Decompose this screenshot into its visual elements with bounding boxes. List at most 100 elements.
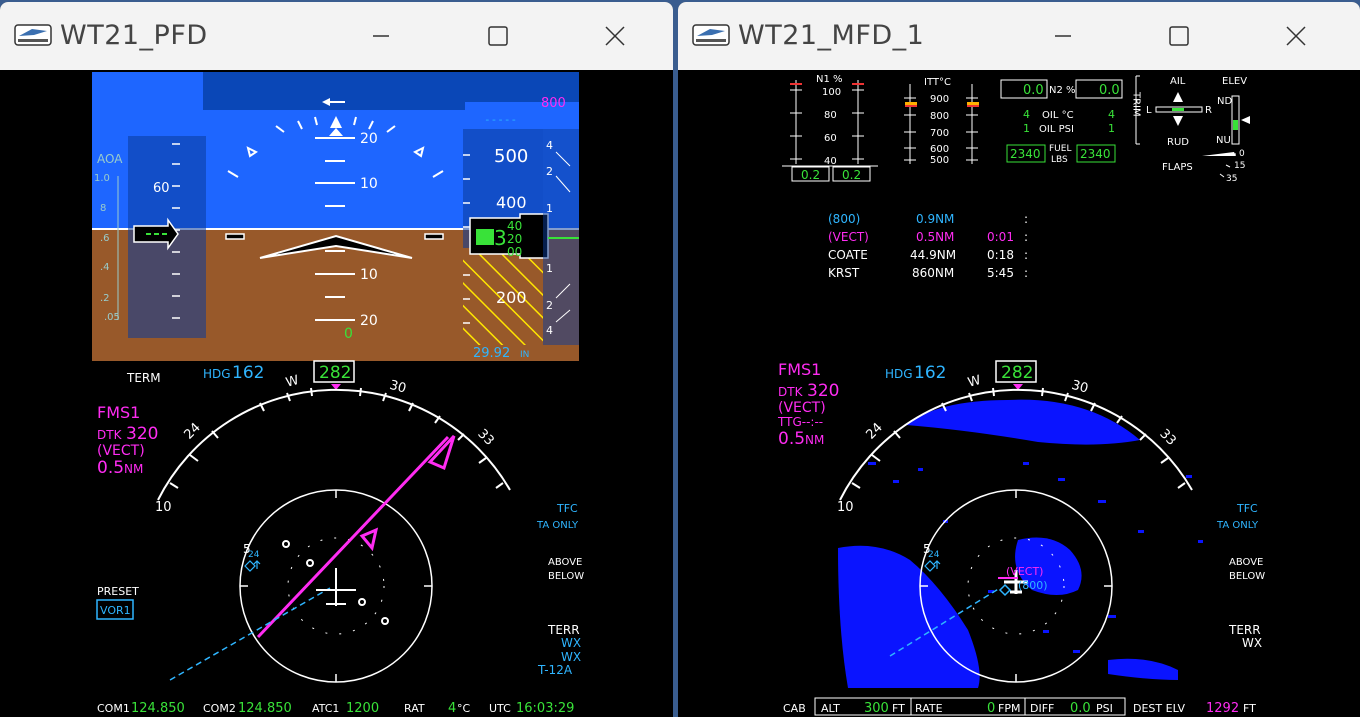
minimize-button[interactable] bbox=[1040, 14, 1086, 58]
heading-readout: 282 bbox=[1001, 363, 1033, 383]
pitch-label: 10 bbox=[360, 176, 378, 192]
flaps-tick: 15 bbox=[1234, 161, 1245, 171]
fp-distance: 0.9NM bbox=[916, 212, 954, 226]
rat-value: 4 bbox=[448, 701, 456, 716]
map-waypoint-800: (800) bbox=[1018, 579, 1048, 592]
altitude-roll: 40 bbox=[507, 219, 522, 233]
tfc-mode: TA ONLY bbox=[1216, 520, 1259, 531]
cab-alt-value: 300 bbox=[864, 701, 889, 716]
n1-tick: 80 bbox=[824, 110, 837, 121]
pitch-label: 10 bbox=[360, 267, 378, 283]
alt-tick: 500 bbox=[494, 146, 528, 167]
wx-label: WX bbox=[561, 650, 581, 664]
mfd-titlebar[interactable]: WT21_MFD_1 bbox=[678, 2, 1360, 70]
compass-label: 24 bbox=[182, 420, 204, 442]
aoa-label: AOA bbox=[97, 152, 123, 166]
hdg-value: 162 bbox=[914, 363, 946, 383]
fp-time: 0:18 bbox=[987, 248, 1014, 262]
vs-tick: 1 bbox=[546, 202, 553, 215]
trim-label: TRIM bbox=[1131, 91, 1142, 117]
nav-source: FMS1 bbox=[97, 403, 140, 422]
compass-label: 24 bbox=[864, 420, 886, 442]
fd-zero: 0 bbox=[344, 326, 353, 342]
mfd-screen: N1 % 100 80 60 40 0.2 0.2 ITT°C 900 800 … bbox=[678, 70, 1360, 717]
fp-waypoint-name[interactable]: (VECT) bbox=[828, 230, 869, 244]
alt-tick: 400 bbox=[496, 193, 527, 212]
n2-label: N2 % bbox=[1049, 85, 1076, 96]
fp-distance: 44.9NM bbox=[910, 248, 956, 262]
cab-diff-unit: PSI bbox=[1096, 702, 1113, 715]
fp-sep: : bbox=[1024, 212, 1028, 226]
altitude-readout-value: 3 bbox=[494, 226, 507, 250]
fp-sep: : bbox=[1024, 266, 1028, 280]
compass-label: W bbox=[966, 373, 982, 391]
compass-label: 30 bbox=[1070, 378, 1090, 397]
close-button[interactable] bbox=[592, 14, 638, 58]
n1-left: 0.2 bbox=[801, 168, 820, 182]
tfc-label: TFC bbox=[1236, 502, 1258, 515]
map-waypoint-vect: (VECT) bbox=[1006, 565, 1043, 578]
cab-rate-label: RATE bbox=[915, 702, 943, 715]
traffic-icon bbox=[244, 560, 261, 572]
pfd-titlebar[interactable]: WT21_PFD bbox=[0, 2, 673, 70]
maximize-icon bbox=[1169, 26, 1189, 46]
trim-l-label: L bbox=[1146, 105, 1152, 116]
alt-bug-dashes: ----- bbox=[484, 113, 517, 126]
n1-right: 0.2 bbox=[842, 168, 861, 182]
leg-name: (VECT) bbox=[97, 443, 145, 459]
alt-tick: 200 bbox=[496, 288, 527, 307]
cab-alt-unit: FT bbox=[892, 702, 905, 715]
wx-label: WX bbox=[1242, 636, 1262, 650]
maximize-button[interactable] bbox=[1156, 14, 1202, 58]
preset-label: PRESET bbox=[97, 585, 139, 598]
minimize-button[interactable] bbox=[358, 14, 404, 58]
aoa-tick: .6 bbox=[100, 233, 110, 244]
rat-unit: °C bbox=[457, 702, 471, 715]
dest-elv-label: DEST ELV bbox=[1133, 702, 1185, 715]
minimize-icon bbox=[373, 35, 389, 37]
speed-tick: 60 bbox=[153, 181, 170, 196]
n2-left: 0.0 bbox=[1023, 83, 1044, 98]
cab-rate-value: 0 bbox=[987, 701, 995, 716]
n2-right: 0.0 bbox=[1099, 83, 1120, 98]
n1-tick: 40 bbox=[824, 156, 837, 167]
terr-label: TERR bbox=[1228, 623, 1261, 637]
tfc-label: TFC bbox=[556, 502, 578, 515]
com2-label: COM2 bbox=[203, 702, 236, 715]
compass-label: 10 bbox=[837, 500, 854, 515]
trim-r-label: R bbox=[1205, 105, 1212, 116]
pitch-label: 20 bbox=[360, 313, 378, 329]
close-button[interactable] bbox=[1273, 14, 1319, 58]
fp-waypoint-name[interactable]: KRST bbox=[828, 266, 860, 280]
range-small: 24 bbox=[248, 550, 260, 560]
pfd-window: WT21_PFD 20 10 10 20 0 AOA 1.0 8 .6 .4 .… bbox=[0, 2, 673, 717]
fp-waypoint-name[interactable]: COATE bbox=[828, 248, 868, 262]
waypoint-triangle bbox=[359, 527, 379, 552]
close-icon bbox=[1286, 26, 1306, 46]
fuel-label: FUEL bbox=[1049, 144, 1071, 154]
minimize-icon bbox=[1055, 35, 1071, 37]
leg-name: (VECT) bbox=[778, 400, 826, 416]
fp-waypoint-name[interactable]: (800) bbox=[828, 212, 860, 226]
terr-label: TERR bbox=[547, 623, 580, 637]
altitude-roll: 20 bbox=[507, 232, 522, 246]
n1-tick: 60 bbox=[824, 133, 837, 144]
altitude-roll: 00 bbox=[507, 245, 522, 259]
elev-label: ELEV bbox=[1222, 76, 1247, 87]
maximize-button[interactable] bbox=[475, 14, 521, 58]
cab-rate-unit: FPM bbox=[998, 702, 1020, 715]
cab-diff-value: 0.0 bbox=[1070, 701, 1091, 716]
flaps-tick: 35 bbox=[1226, 174, 1237, 184]
compass-arc bbox=[157, 388, 511, 501]
baro-unit: IN bbox=[520, 350, 529, 360]
app-icon bbox=[692, 24, 730, 46]
com1-value: 124.850 bbox=[131, 701, 185, 716]
dtk-label: DTK bbox=[778, 385, 804, 399]
app-icon bbox=[14, 24, 52, 46]
traffic-icon bbox=[924, 560, 941, 572]
hdg-label: HDG bbox=[203, 367, 231, 381]
cab-diff-label: DIFF bbox=[1030, 702, 1054, 715]
itt-tick: 700 bbox=[930, 128, 949, 139]
ownship-icon bbox=[316, 568, 356, 606]
cab-label: CAB bbox=[783, 702, 806, 715]
